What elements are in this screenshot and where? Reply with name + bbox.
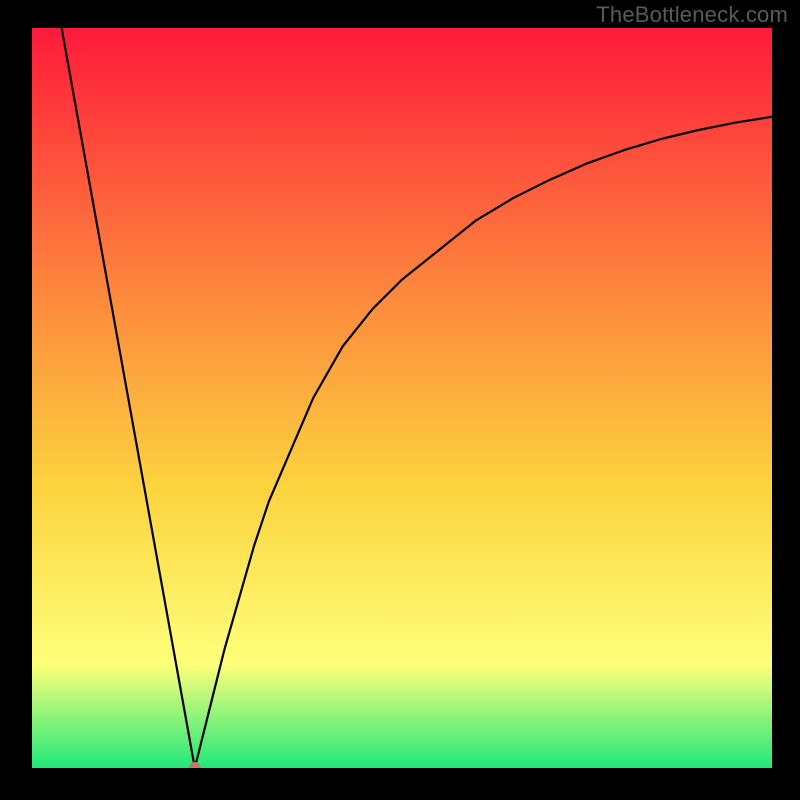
- chart-svg: [32, 28, 772, 768]
- watermark-text: TheBottleneck.com: [596, 2, 788, 28]
- plot-area: [32, 28, 772, 768]
- chart-frame: TheBottleneck.com: [0, 0, 800, 800]
